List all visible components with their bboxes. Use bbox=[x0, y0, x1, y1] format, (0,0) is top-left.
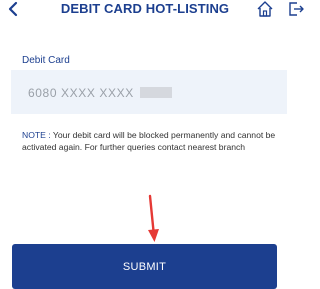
annotation-arrow-icon bbox=[148, 194, 159, 242]
debit-card-number: 6080 XXXX XXXX bbox=[28, 86, 172, 100]
debit-card-field[interactable]: 6080 XXXX XXXX bbox=[11, 70, 287, 114]
app-header: DEBIT CARD HOT-LISTING bbox=[0, 0, 310, 22]
home-icon[interactable] bbox=[256, 0, 274, 18]
debit-card-number-text: 6080 XXXX XXXX bbox=[28, 86, 134, 100]
note-text: NOTE : Your debit card will be blocked p… bbox=[22, 129, 292, 153]
submit-button[interactable]: SUBMIT bbox=[12, 244, 277, 289]
masked-digits bbox=[139, 87, 172, 98]
note-prefix: NOTE : bbox=[22, 130, 51, 140]
debit-card-label: Debit Card bbox=[22, 55, 70, 66]
note-body: Your debit card will be blocked permanen… bbox=[22, 130, 276, 152]
logout-icon[interactable] bbox=[287, 0, 305, 18]
